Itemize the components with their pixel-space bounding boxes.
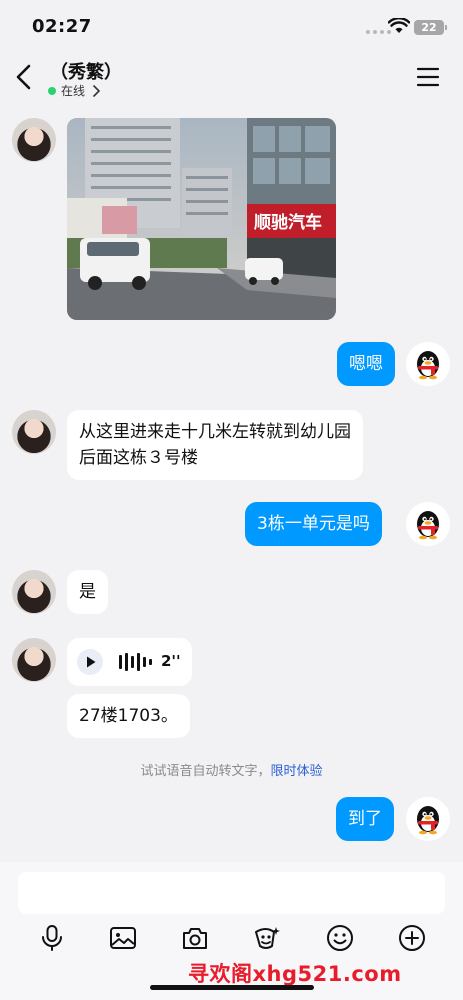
camera-icon [183, 928, 207, 949]
watermark-text: 寻欢阁xhg521.com [188, 962, 402, 986]
sticker-button[interactable] [250, 922, 282, 954]
message-bubble-sent[interactable]: 3栋一单元是吗 [245, 502, 382, 546]
voice-to-text-hint: 试试语音自动转文字，限时体验 [0, 760, 463, 779]
shop-sign-text: 顺驰汽车 [254, 212, 322, 233]
voice-message[interactable]: 2'' [67, 638, 192, 686]
contact-avatar[interactable] [12, 570, 56, 614]
contact-name[interactable]: （秀繁） [50, 58, 122, 84]
message-bubble-received[interactable]: 从这里进来走十几米左转就到幼儿园 后面这栋３号楼 [67, 410, 363, 480]
message-bubble-sent[interactable]: 到了 [336, 797, 394, 841]
mic-icon [42, 925, 62, 951]
play-icon [87, 656, 96, 668]
waveform-icon [119, 653, 152, 671]
street-photo: 顺驰汽车 [67, 118, 336, 320]
status-bar: 02:27 22 [0, 0, 463, 52]
user-avatar[interactable] [406, 502, 450, 546]
chat-header: （秀繁） 在线 [0, 52, 463, 100]
menu-icon[interactable] [416, 66, 440, 88]
status-time: 02:27 [32, 16, 92, 37]
message-bubble-sent[interactable]: 嗯嗯 [337, 342, 395, 386]
image-icon [110, 927, 136, 949]
plus-button[interactable] [396, 922, 428, 954]
emoji-icon [327, 925, 353, 951]
message-line: 后面这栋３号楼 [79, 448, 198, 468]
presence-status[interactable]: 在线 [48, 82, 101, 99]
composer-toolbar [0, 922, 463, 962]
plus-icon [399, 925, 425, 951]
message-line: 从这里进来走十几米左转就到幼儿园 [79, 422, 351, 442]
user-avatar[interactable] [406, 342, 450, 386]
battery-indicator: 22 [414, 20, 447, 35]
contact-avatar[interactable] [12, 410, 56, 454]
user-avatar[interactable] [406, 797, 450, 841]
play-button[interactable] [77, 649, 103, 675]
message-bubble-received[interactable]: 27楼1703。 [67, 694, 190, 738]
contact-avatar[interactable] [12, 118, 56, 162]
penguin-avatar-icon [417, 806, 439, 835]
hint-text: 试试语音自动转文字， [140, 764, 271, 779]
penguin-avatar-icon [417, 511, 439, 540]
image-button[interactable] [107, 922, 139, 954]
wifi-icon [388, 18, 410, 33]
message-bubble-received[interactable]: 是 [67, 570, 108, 614]
contact-avatar[interactable] [12, 638, 56, 682]
emoji-button[interactable] [324, 922, 356, 954]
penguin-avatar-icon [417, 351, 439, 380]
camera-button[interactable] [179, 922, 211, 954]
message-input[interactable] [18, 872, 445, 914]
hint-link[interactable]: 限时体验 [271, 764, 323, 779]
sticker-icon [255, 927, 280, 949]
home-indicator[interactable] [150, 985, 314, 990]
voice-duration: 2'' [161, 652, 181, 670]
presence-label: 在线 [61, 84, 86, 98]
online-dot-icon [48, 86, 56, 95]
chat-image[interactable]: 顺驰汽车 [67, 118, 336, 320]
back-icon[interactable] [10, 62, 40, 92]
mic-button[interactable] [36, 922, 68, 954]
chevron-right-icon [93, 84, 101, 97]
